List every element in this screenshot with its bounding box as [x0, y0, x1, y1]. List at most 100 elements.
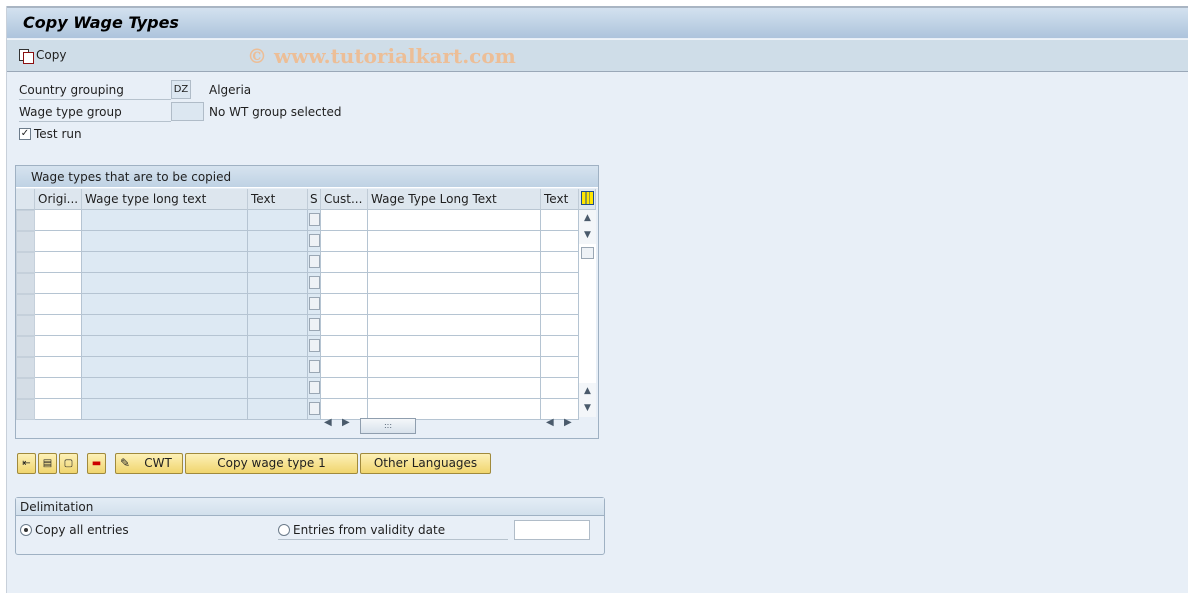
cell-customer[interactable]	[321, 357, 368, 378]
row-selector[interactable]	[16, 231, 35, 252]
cell-customer[interactable]	[321, 273, 368, 294]
cell-customer-long-text[interactable]	[368, 210, 541, 231]
column-header-customer[interactable]: Cust...	[321, 189, 368, 210]
cell-customer[interactable]	[321, 378, 368, 399]
copy-button[interactable]: Copy	[19, 48, 66, 64]
cell-text[interactable]	[248, 315, 308, 336]
cell-original[interactable]	[35, 294, 82, 315]
cell-s-checkbox[interactable]	[308, 273, 321, 294]
cell-wage-type-long-text[interactable]	[82, 399, 248, 420]
deselect-all-button[interactable]: ▢	[59, 453, 78, 474]
row-selector[interactable]	[16, 252, 35, 273]
cwt-button[interactable]: ✎ CWT	[115, 453, 183, 474]
column-settings-button[interactable]	[579, 189, 596, 210]
cell-original[interactable]	[35, 273, 82, 294]
cell-customer[interactable]	[321, 315, 368, 336]
entries-from-validity-date-radio[interactable]: Entries from validity date	[278, 523, 508, 540]
cell-original[interactable]	[35, 378, 82, 399]
cell-s-checkbox[interactable]	[308, 357, 321, 378]
horizontal-scroll-thumb[interactable]: :::	[360, 418, 416, 434]
copy-all-entries-radio[interactable]: Copy all entries	[20, 523, 129, 537]
cell-text[interactable]	[248, 357, 308, 378]
cell-s-checkbox[interactable]	[308, 210, 321, 231]
cell-customer-text[interactable]	[541, 210, 579, 231]
cell-original[interactable]	[35, 252, 82, 273]
cell-s-checkbox[interactable]	[308, 231, 321, 252]
cell-s-checkbox[interactable]	[308, 336, 321, 357]
validity-date-input[interactable]	[514, 520, 590, 540]
cell-customer-long-text[interactable]	[368, 399, 541, 420]
cell-customer-text[interactable]	[541, 357, 579, 378]
cell-customer-long-text[interactable]	[368, 252, 541, 273]
row-selector[interactable]	[16, 378, 35, 399]
cell-customer-text[interactable]	[541, 378, 579, 399]
cell-customer-long-text[interactable]	[368, 294, 541, 315]
cell-wage-type-long-text[interactable]	[82, 210, 248, 231]
cell-original[interactable]	[35, 399, 82, 420]
column-header-s[interactable]: S	[308, 189, 321, 210]
cell-wage-type-long-text[interactable]	[82, 357, 248, 378]
cell-text[interactable]	[248, 252, 308, 273]
cell-wage-type-long-text[interactable]	[82, 294, 248, 315]
cell-text[interactable]	[248, 273, 308, 294]
row-selector[interactable]	[16, 399, 35, 420]
scroll-down-button[interactable]: ▼	[579, 227, 596, 244]
row-selector[interactable]	[16, 273, 35, 294]
cell-customer[interactable]	[321, 336, 368, 357]
scroll-right-area-right-button[interactable]: ▶	[564, 417, 580, 435]
cell-original[interactable]	[35, 336, 82, 357]
cell-text[interactable]	[248, 378, 308, 399]
cell-customer[interactable]	[321, 231, 368, 252]
vertical-scrollbar[interactable]: ▲ ▼ ▲ ▼	[579, 210, 596, 417]
cell-customer-text[interactable]	[541, 273, 579, 294]
insert-row-button[interactable]: ⇤	[17, 453, 36, 474]
cell-wage-type-long-text[interactable]	[82, 336, 248, 357]
other-languages-button[interactable]: Other Languages	[360, 453, 491, 474]
test-run-checkbox[interactable]: ✓ Test run	[19, 127, 82, 141]
select-all-button[interactable]: ▤	[38, 453, 57, 474]
cell-wage-type-long-text[interactable]	[82, 378, 248, 399]
cell-original[interactable]	[35, 231, 82, 252]
column-header-text[interactable]: Text	[248, 189, 308, 210]
row-selector[interactable]	[16, 294, 35, 315]
cell-wage-type-long-text[interactable]	[82, 231, 248, 252]
column-header-customer-text[interactable]: Text	[541, 189, 579, 210]
cell-customer[interactable]	[321, 294, 368, 315]
cell-customer-text[interactable]	[541, 336, 579, 357]
cell-original[interactable]	[35, 357, 82, 378]
country-grouping-input[interactable]: DZ	[171, 80, 191, 99]
copy-wage-type-button[interactable]: Copy wage type 1	[185, 453, 358, 474]
cell-customer-text[interactable]	[541, 315, 579, 336]
scroll-up-button[interactable]: ▲	[579, 210, 596, 227]
scroll-page-up-button[interactable]: ▲	[579, 383, 596, 400]
cell-customer[interactable]	[321, 252, 368, 273]
cell-customer-text[interactable]	[541, 252, 579, 273]
cell-customer-long-text[interactable]	[368, 357, 541, 378]
row-selector[interactable]	[16, 336, 35, 357]
cell-s-checkbox[interactable]	[308, 294, 321, 315]
cell-original[interactable]	[35, 210, 82, 231]
cell-customer[interactable]	[321, 210, 368, 231]
cell-text[interactable]	[248, 231, 308, 252]
column-header-original[interactable]: Origi...	[35, 189, 82, 210]
cell-wage-type-long-text[interactable]	[82, 315, 248, 336]
cell-text[interactable]	[248, 294, 308, 315]
cell-wage-type-long-text[interactable]	[82, 273, 248, 294]
cell-wage-type-long-text[interactable]	[82, 252, 248, 273]
cell-s-checkbox[interactable]	[308, 399, 321, 420]
cell-s-checkbox[interactable]	[308, 252, 321, 273]
cell-customer-long-text[interactable]	[368, 273, 541, 294]
cell-text[interactable]	[248, 399, 308, 420]
column-header-wage-type-long-text[interactable]: Wage type long text	[82, 189, 248, 210]
delete-row-button[interactable]: ▬	[87, 453, 106, 474]
scroll-thumb[interactable]	[581, 247, 594, 259]
scroll-right-button[interactable]: ▶	[342, 417, 358, 435]
select-all-rows-header[interactable]	[16, 189, 35, 210]
cell-customer-long-text[interactable]	[368, 315, 541, 336]
row-selector[interactable]	[16, 210, 35, 231]
cell-s-checkbox[interactable]	[308, 378, 321, 399]
row-selector[interactable]	[16, 357, 35, 378]
wage-type-group-input[interactable]	[171, 102, 204, 121]
cell-customer-long-text[interactable]	[368, 231, 541, 252]
column-header-customer-long-text[interactable]: Wage Type Long Text	[368, 189, 541, 210]
